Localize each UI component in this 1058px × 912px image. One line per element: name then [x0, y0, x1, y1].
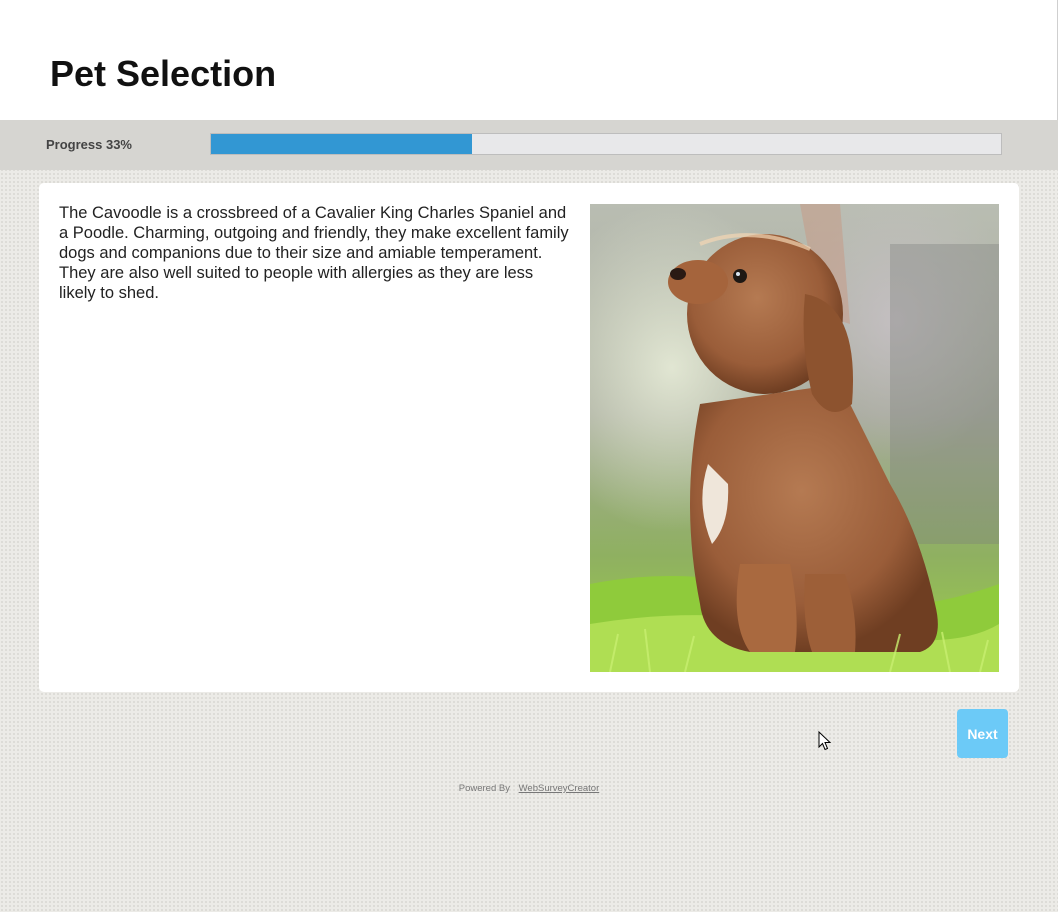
progress-section: Progress 33%: [0, 120, 1058, 170]
powered-by-label: Powered By: [458, 783, 510, 794]
mouse-cursor-icon: [818, 731, 832, 751]
page-title: Pet Selection: [50, 53, 277, 94]
footer: Powered By WebSurveyCreator: [0, 783, 1058, 794]
progress-bar: [210, 133, 1002, 155]
breed-description: The Cavoodle is a crossbreed of a Cavali…: [59, 204, 569, 302]
cavoodle-puppy-photo: [590, 204, 999, 672]
page-header: Pet Selection: [0, 0, 1058, 120]
websurveycreator-link[interactable]: WebSurveyCreator: [519, 783, 600, 794]
question-card: The Cavoodle is a crossbreed of a Cavali…: [39, 183, 1019, 692]
progress-bar-fill: [211, 134, 472, 154]
progress-label: Progress 33%: [46, 137, 132, 152]
next-button[interactable]: Next: [957, 709, 1008, 758]
